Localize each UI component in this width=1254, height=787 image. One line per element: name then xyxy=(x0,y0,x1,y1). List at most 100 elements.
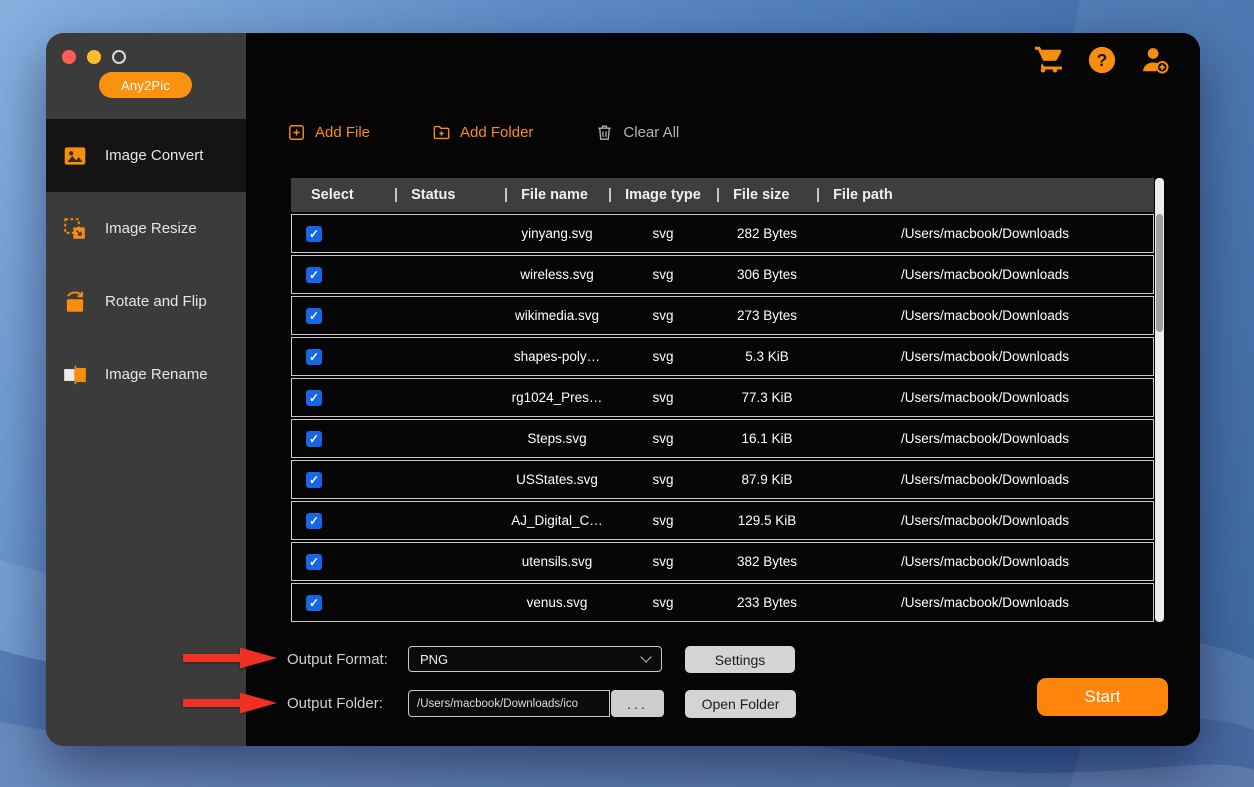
row-checkbox[interactable]: ✓ xyxy=(306,513,322,529)
cell-image-type: svg xyxy=(609,502,717,539)
add-user-icon[interactable] xyxy=(1140,45,1170,75)
row-checkbox[interactable]: ✓ xyxy=(306,595,322,611)
cell-file-path: /Users/macbook/Downloads xyxy=(817,461,1153,498)
header-separator: | xyxy=(608,187,612,203)
header-select: Select xyxy=(291,178,394,212)
cell-image-type: svg xyxy=(609,297,717,334)
header-image-type: |Image type xyxy=(608,178,716,212)
cell-file-name: wikimedia.svg xyxy=(505,297,609,334)
table-scrollbar-thumb[interactable] xyxy=(1156,214,1163,332)
traffic-lights xyxy=(62,50,126,64)
table-row: ✓ utensils.svg svg 382 Bytes /Users/macb… xyxy=(291,542,1154,581)
cell-file-size: 382 Bytes xyxy=(717,543,817,580)
row-checkbox[interactable]: ✓ xyxy=(306,308,322,324)
app-logo-badge: Any2Pic xyxy=(99,72,192,98)
settings-button[interactable]: Settings xyxy=(685,646,795,673)
close-window-button[interactable] xyxy=(62,50,76,64)
add-folder-button[interactable]: Add Folder xyxy=(432,123,533,142)
header-file-path: |File path xyxy=(816,178,1154,212)
cell-file-size: 233 Bytes xyxy=(717,584,817,621)
table-row: ✓ wireless.svg svg 306 Bytes /Users/macb… xyxy=(291,255,1154,294)
cell-image-type: svg xyxy=(609,461,717,498)
cell-image-type: svg xyxy=(609,256,717,293)
cell-status xyxy=(395,297,505,334)
output-folder-label: Output Folder: xyxy=(287,695,383,712)
cell-file-name: USStates.svg xyxy=(505,461,609,498)
header-file-size: |File size xyxy=(716,178,816,212)
cell-file-size: 16.1 KiB xyxy=(717,420,817,457)
cell-status xyxy=(395,215,505,252)
cell-file-path: /Users/macbook/Downloads xyxy=(817,543,1153,580)
header-file-name: |File name xyxy=(504,178,608,212)
fullscreen-window-button[interactable] xyxy=(112,50,126,64)
cell-image-type: svg xyxy=(609,215,717,252)
clear-all-label: Clear All xyxy=(623,124,679,141)
cell-file-size: 77.3 KiB xyxy=(717,379,817,416)
cell-file-path: /Users/macbook/Downloads xyxy=(817,297,1153,334)
minimize-window-button[interactable] xyxy=(87,50,101,64)
cell-status xyxy=(395,256,505,293)
cell-file-name: Steps.svg xyxy=(505,420,609,457)
table-scrollbar-track[interactable] xyxy=(1155,178,1164,622)
cell-file-size: 306 Bytes xyxy=(717,256,817,293)
sidebar-nav: Image Convert Image Resize Rotate and Fl… xyxy=(46,119,246,411)
cell-file-size: 87.9 KiB xyxy=(717,461,817,498)
table-row: ✓ rg1024_Pres… svg 77.3 KiB /Users/macbo… xyxy=(291,378,1154,417)
sidebar-item-label: Image Resize xyxy=(105,220,197,237)
cell-image-type: svg xyxy=(609,543,717,580)
cell-file-path: /Users/macbook/Downloads xyxy=(817,215,1153,252)
sidebar-item-image-rename[interactable]: Image Rename xyxy=(46,338,246,411)
help-icon[interactable]: ? xyxy=(1087,45,1117,75)
browse-folder-button[interactable]: ... xyxy=(611,690,664,717)
cell-image-type: svg xyxy=(609,420,717,457)
start-button[interactable]: Start xyxy=(1037,678,1168,716)
cell-image-type: svg xyxy=(609,584,717,621)
header-separator: | xyxy=(816,187,820,203)
row-checkbox[interactable]: ✓ xyxy=(306,431,322,447)
cart-icon[interactable] xyxy=(1034,45,1064,75)
cell-file-path: /Users/macbook/Downloads xyxy=(817,338,1153,375)
image-rename-icon xyxy=(62,362,88,388)
sidebar-item-image-resize[interactable]: Image Resize xyxy=(46,192,246,265)
main-panel: ? Add File Add Folder xyxy=(246,33,1200,746)
row-checkbox[interactable]: ✓ xyxy=(306,267,322,283)
trash-icon xyxy=(595,123,614,142)
sidebar-item-rotate-and-flip[interactable]: Rotate and Flip xyxy=(46,265,246,338)
add-folder-icon xyxy=(432,123,451,142)
sidebar-item-image-convert[interactable]: Image Convert xyxy=(46,119,246,192)
file-table: Select |Status |File name |Image type |F… xyxy=(291,178,1164,622)
header-status: |Status xyxy=(394,178,504,212)
clear-all-button[interactable]: Clear All xyxy=(595,123,679,142)
cell-file-size: 282 Bytes xyxy=(717,215,817,252)
cell-file-path: /Users/macbook/Downloads xyxy=(817,502,1153,539)
rotate-flip-icon xyxy=(62,289,88,315)
svg-text:?: ? xyxy=(1097,50,1108,70)
open-folder-button[interactable]: Open Folder xyxy=(685,690,796,718)
output-format-value: PNG xyxy=(420,652,448,667)
cell-file-path: /Users/macbook/Downloads xyxy=(817,256,1153,293)
row-checkbox[interactable]: ✓ xyxy=(306,390,322,406)
table-row: ✓ yinyang.svg svg 282 Bytes /Users/macbo… xyxy=(291,214,1154,253)
cell-status xyxy=(395,461,505,498)
cell-file-size: 273 Bytes xyxy=(717,297,817,334)
cell-file-name: yinyang.svg xyxy=(505,215,609,252)
output-format-label: Output Format: xyxy=(287,651,388,668)
header-separator: | xyxy=(504,187,508,203)
output-folder-field[interactable]: /Users/macbook/Downloads/ico xyxy=(408,690,610,717)
row-checkbox[interactable]: ✓ xyxy=(306,554,322,570)
cell-status xyxy=(395,584,505,621)
annotation-arrow-output-format xyxy=(183,646,278,670)
cell-file-name: shapes-poly… xyxy=(505,338,609,375)
add-file-button[interactable]: Add File xyxy=(287,123,370,142)
row-checkbox[interactable]: ✓ xyxy=(306,349,322,365)
table-row: ✓ Steps.svg svg 16.1 KiB /Users/macbook/… xyxy=(291,419,1154,458)
cell-file-path: /Users/macbook/Downloads xyxy=(817,379,1153,416)
add-file-label: Add File xyxy=(315,124,370,141)
row-checkbox[interactable]: ✓ xyxy=(306,472,322,488)
cell-file-path: /Users/macbook/Downloads xyxy=(817,584,1153,621)
cell-status xyxy=(395,420,505,457)
output-format-select[interactable]: PNG xyxy=(408,646,662,672)
cell-file-name: utensils.svg xyxy=(505,543,609,580)
row-checkbox[interactable]: ✓ xyxy=(306,226,322,242)
cell-file-name: venus.svg xyxy=(505,584,609,621)
